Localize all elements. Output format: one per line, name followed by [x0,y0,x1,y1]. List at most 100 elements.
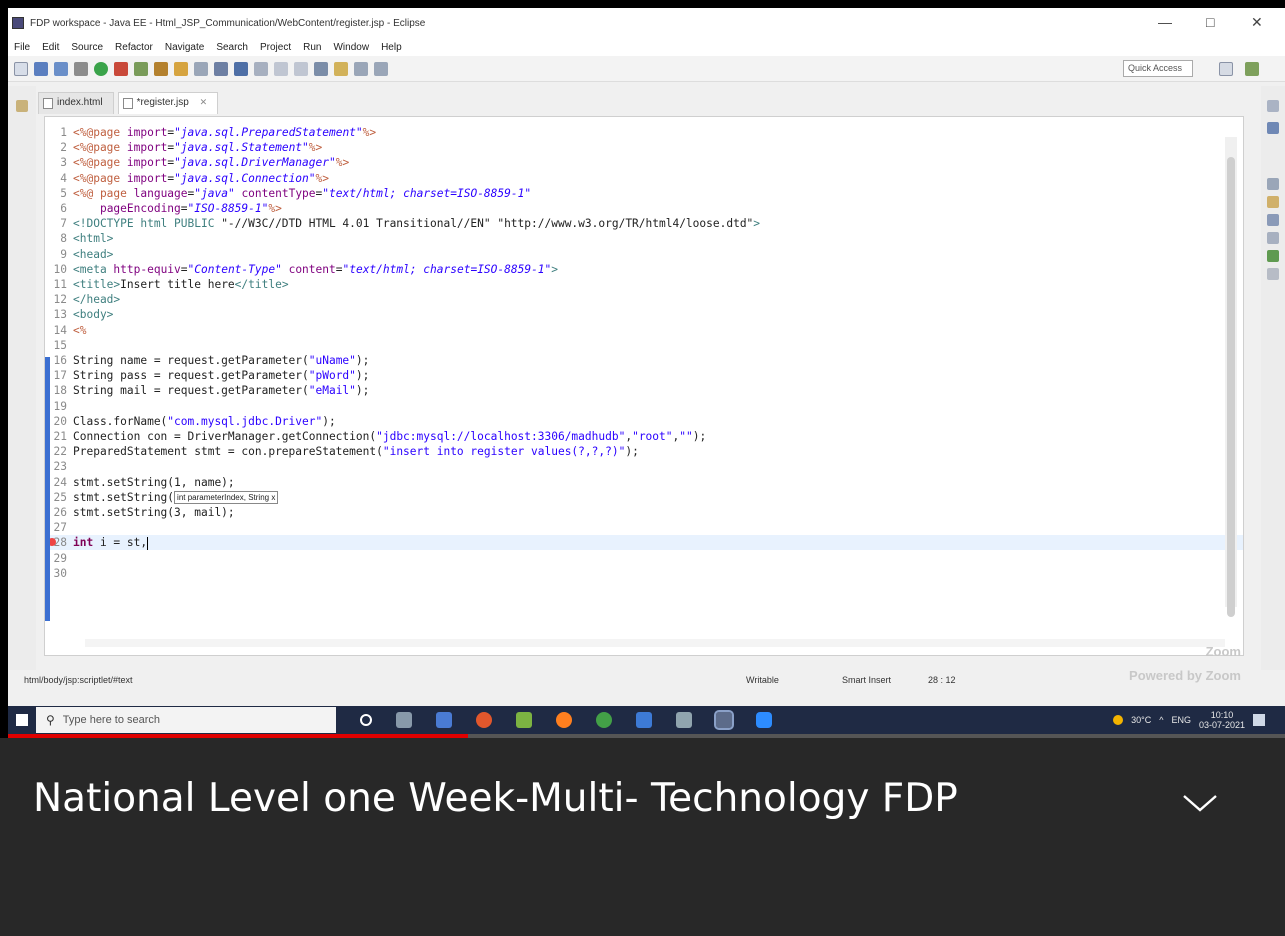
new-class-icon[interactable] [154,61,168,76]
code-line-25[interactable]: 25 stmt.setString(int parameterIndex, Str… [45,490,1243,505]
server-icon[interactable] [214,61,228,76]
code-line-18[interactable]: 18 String mail = request.getParameter("eM… [45,383,1243,398]
toggle-mark-icon[interactable] [234,61,248,76]
eclipse-taskbar-icon[interactable] [714,710,734,730]
tab-index-html[interactable]: index.html [38,92,114,114]
menu-search[interactable]: Search [216,42,248,53]
code-line-20[interactable]: 20 Class.forName("com.mysql.jdbc.Driver")… [45,414,1243,429]
data-source-icon[interactable] [1267,232,1279,244]
save-icon[interactable] [34,61,48,76]
app-icon-3[interactable] [636,712,652,728]
snippets-icon[interactable] [1267,250,1279,262]
external-tools-icon[interactable] [114,61,128,76]
menu-run[interactable]: Run [303,42,321,53]
annotation-icon[interactable] [314,61,328,76]
code-line-15[interactable]: 15 [45,338,1243,353]
code-line-2[interactable]: 2 <%@page import="java.sql.Statement"%> [45,140,1243,155]
properties-icon[interactable] [1267,196,1279,208]
code-line-17[interactable]: 17 String pass = request.getParameter("pW… [45,368,1243,383]
menu-edit[interactable]: Edit [42,42,59,53]
app-icon-4[interactable] [676,712,692,728]
run-icon[interactable] [94,61,108,76]
code-line-30[interactable]: 30 [45,566,1243,581]
code-editor[interactable]: 1 <%@page import = "java.sql.PreparedStatem… [44,116,1244,656]
code-line-29[interactable]: 29 [45,551,1243,566]
line-number: 5 [60,186,67,200]
menu-navigate[interactable]: Navigate [165,42,204,53]
chrome-icon[interactable] [476,712,492,728]
code-line-24[interactable]: 24 stmt.setString(1, name); [45,475,1243,490]
menu-source[interactable]: Source [71,42,103,53]
code-line-13[interactable]: 13 <body> [45,307,1243,322]
forward-icon[interactable] [374,61,388,76]
markers-icon[interactable] [1267,178,1279,190]
firefox-icon[interactable] [556,712,572,728]
chevron-down-icon[interactable] [1180,788,1220,818]
notification-icon[interactable] [1253,714,1265,726]
code-line-10[interactable]: 10 <meta http-equiv="Content-Type" conten… [45,262,1243,277]
notepad-icon[interactable] [516,712,532,728]
search-tool-icon[interactable] [194,61,208,76]
code-line-27[interactable]: 27 [45,520,1243,535]
perspective-icon[interactable] [1219,62,1233,76]
app-icon-2[interactable] [596,712,612,728]
package-explorer-icon[interactable] [16,100,28,112]
maximize-button[interactable]: □ [1206,14,1214,30]
menu-file[interactable]: File [14,42,30,53]
minimize-button[interactable]: — [1158,14,1172,30]
cortana-icon[interactable] [360,714,372,726]
code-line-1[interactable]: 1 <%@page import="java.sql.PreparedStatem… [45,125,1243,140]
code-line-4[interactable]: 4 <%@page import="java.sql.Connection"%> [45,171,1243,186]
menu-window[interactable]: Window [333,42,369,53]
next-annotation-icon[interactable] [334,61,348,76]
scrollbar-thumb[interactable] [1227,157,1235,617]
code-line-26[interactable]: 26 stmt.setString(3, mail); [45,505,1243,520]
open-type-icon[interactable] [174,61,188,76]
whitespace-icon[interactable] [274,61,288,76]
code-line-12[interactable]: 12 </head> [45,292,1243,307]
code-line-21[interactable]: 21 Connection con = DriverManager.getConn… [45,429,1243,444]
start-button[interactable] [8,706,36,734]
code-line-3[interactable]: 3 <%@page import="java.sql.DriverManager"… [45,155,1243,170]
java-ee-perspective-icon[interactable] [1245,62,1259,76]
outline-icon[interactable] [1267,100,1279,112]
code-line-6[interactable]: 6 pageEncoding="ISO-8859-1"%> [45,201,1243,216]
new-project-icon[interactable] [134,61,148,76]
app-icon-1[interactable] [436,712,452,728]
chevron-up-icon[interactable]: ^ [1159,715,1163,725]
menu-help[interactable]: Help [381,42,402,53]
back-icon[interactable] [354,61,368,76]
debug-icon[interactable] [74,61,88,76]
code-line-16[interactable]: 16 String name = request.getParameter("uN… [45,353,1243,368]
code-line-8[interactable]: 8 <html> [45,231,1243,246]
code-line-9[interactable]: 9 <head> [45,247,1243,262]
code-line-19[interactable]: 19 [45,399,1243,414]
format-icon[interactable] [294,61,308,76]
code-line-5[interactable]: 5 <%@ page language="java" contentType="t… [45,186,1243,201]
taskbar-search[interactable]: ⚲ Type here to search [36,707,336,733]
quick-access-field[interactable]: Quick Access [1123,60,1193,77]
code-line-7[interactable]: 7 <!DOCTYPE html PUBLIC "-//W3C//DTD HTML… [45,216,1243,231]
menu-project[interactable]: Project [260,42,291,53]
code-line-14[interactable]: 14 <% [45,323,1243,338]
vertical-scrollbar[interactable] [1225,137,1237,617]
new-file-icon[interactable] [14,61,28,76]
code-line-28[interactable]: 28 int i = st, [45,535,1243,551]
horizontal-scrollbar[interactable] [85,639,1225,647]
zoom-taskbar-icon[interactable] [756,712,772,728]
save-all-icon[interactable] [54,61,68,76]
language-indicator[interactable]: ENG [1171,715,1191,725]
close-button[interactable]: ✕ [1251,14,1263,31]
clock[interactable]: 10:10 03-07-2021 [1199,710,1245,730]
task-list-icon[interactable] [1267,122,1279,134]
code-line-11[interactable]: 11 <title>Insert title here</title> [45,277,1243,292]
menu-refactor[interactable]: Refactor [115,42,153,53]
task-view-icon[interactable] [396,712,412,728]
code-line-23[interactable]: 23 [45,459,1243,474]
block-selection-icon[interactable] [254,61,268,76]
tab-register-jsp[interactable]: *register.jsp ✕ [117,92,219,114]
code-line-22[interactable]: 22 PreparedStatement stmt = con.prepareSt… [45,444,1243,459]
servers-icon[interactable] [1267,214,1279,226]
tab-close-icon[interactable]: ✕ [200,97,208,107]
console-icon[interactable] [1267,268,1279,280]
